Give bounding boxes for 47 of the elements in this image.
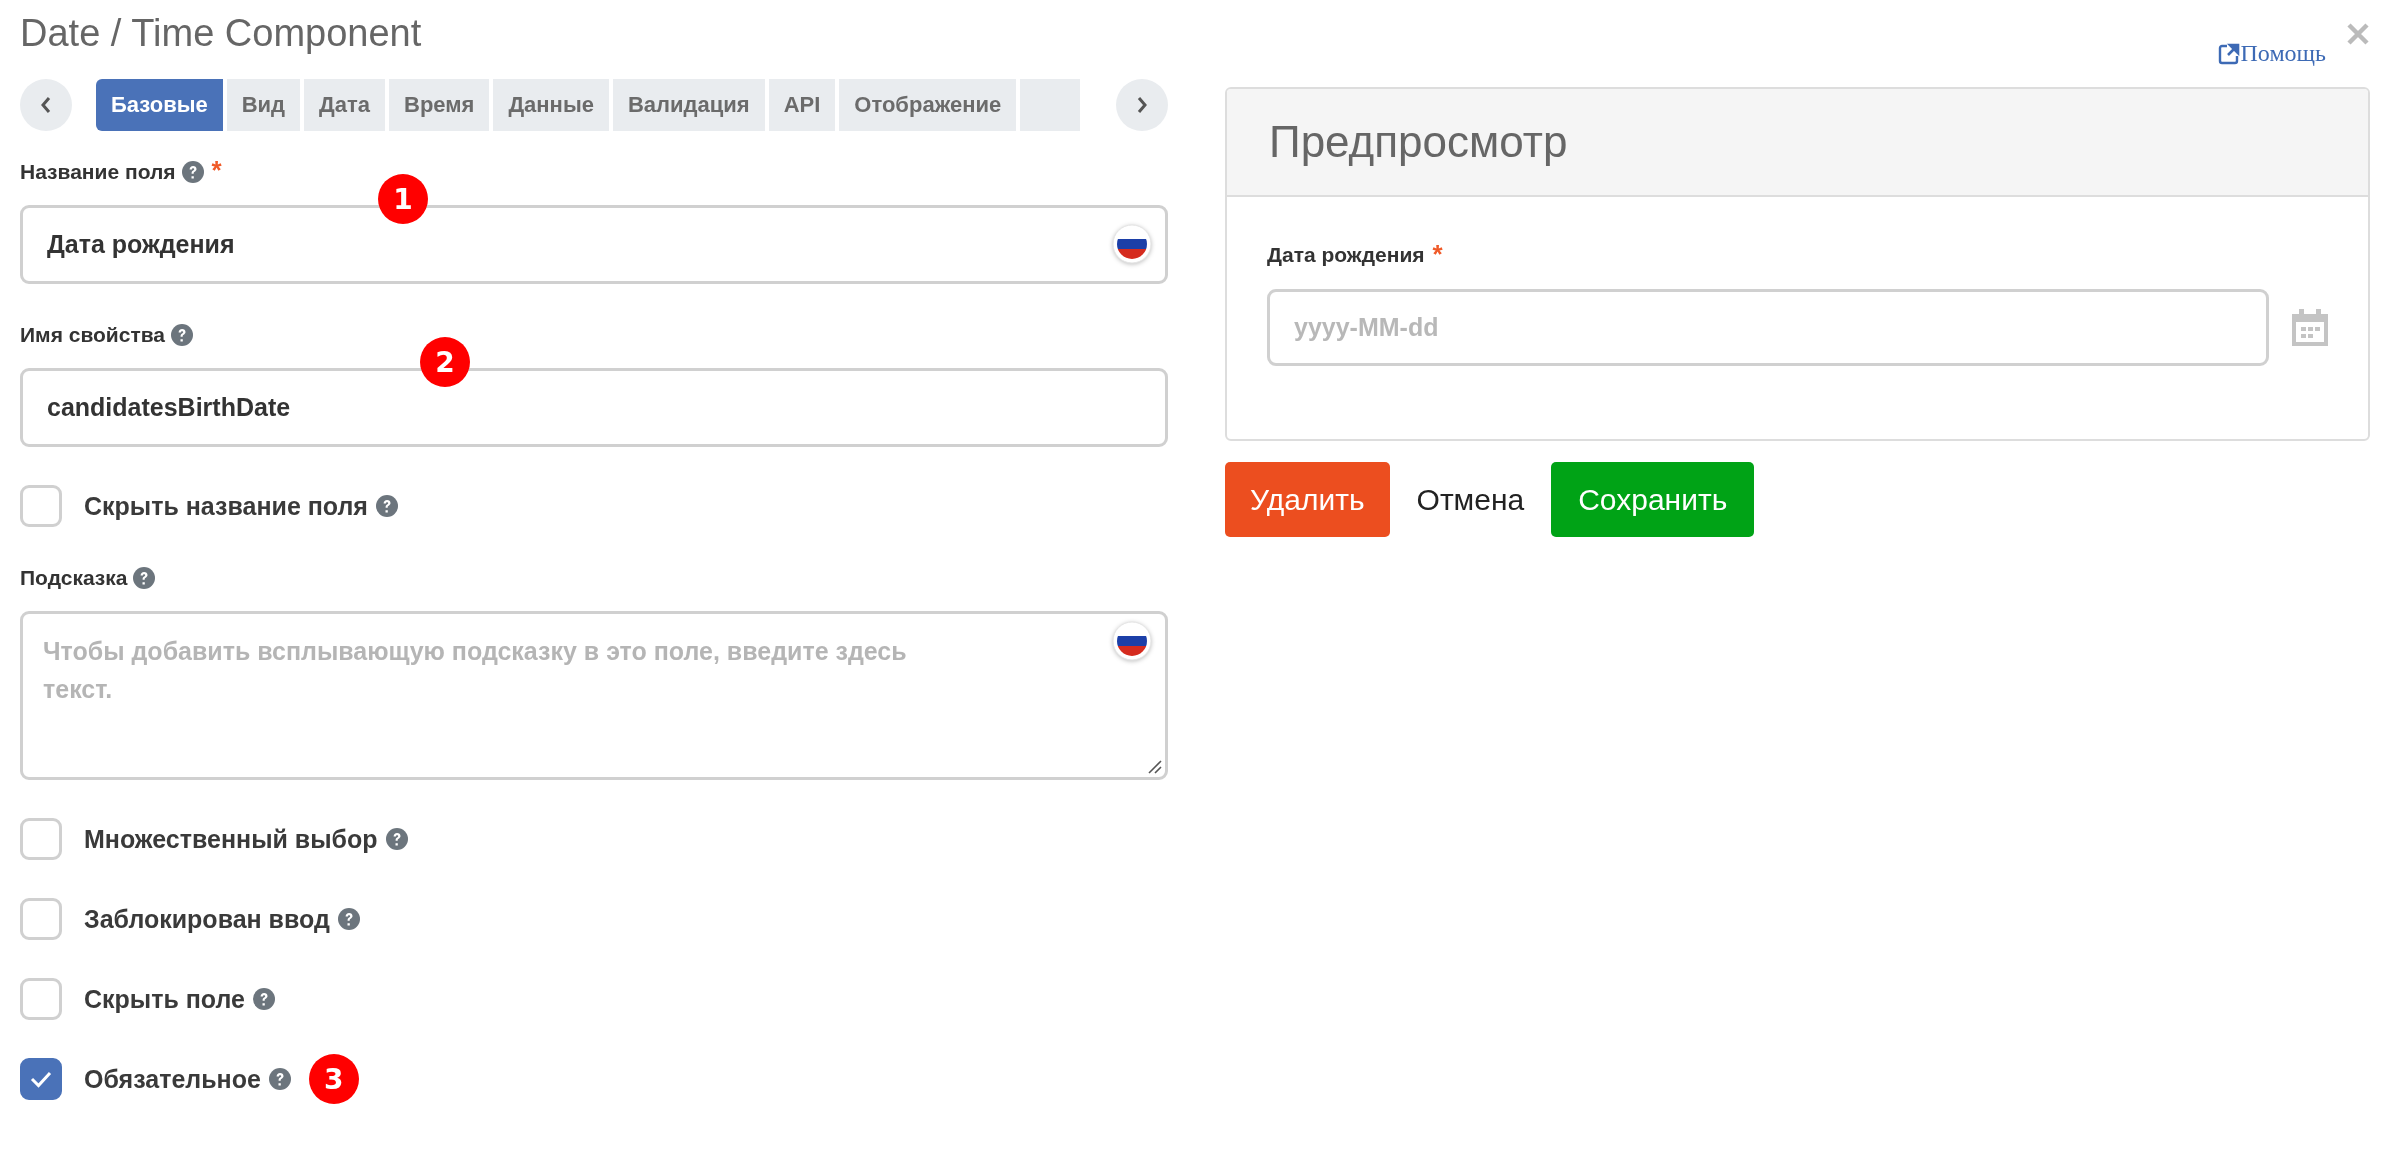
flag-icon[interactable] — [1112, 224, 1152, 264]
checkbox-label[interactable]: Заблокирован ввод — [84, 904, 330, 934]
field-label: Имя свойства — [20, 323, 166, 347]
tab[interactable]: Данные — [493, 79, 609, 131]
required-mark: * — [1432, 243, 1443, 267]
checkbox-label[interactable]: Скрыть название поля — [84, 491, 368, 521]
flag-icon[interactable] — [1112, 621, 1152, 661]
tab[interactable]: Дата — [304, 79, 385, 131]
help-icon[interactable] — [385, 828, 408, 850]
tab[interactable]: Отображение — [839, 79, 1017, 131]
tab[interactable]: Базовые — [96, 79, 223, 131]
resize-grip-icon[interactable] — [1146, 758, 1162, 774]
annotation-badge: 1 — [378, 174, 428, 224]
help-icon[interactable] — [252, 988, 275, 1010]
annotation-badge: 2 — [420, 337, 470, 387]
chevron-right-icon — [1135, 95, 1149, 115]
field-label: Название поля — [20, 160, 176, 184]
annotation-badge: 3 — [308, 1054, 359, 1104]
scroll-left-button[interactable] — [20, 79, 72, 131]
field-label: Дата рождения — [1267, 243, 1425, 267]
tab[interactable]: API — [768, 79, 836, 131]
field-label: Подсказка — [20, 566, 128, 590]
checkbox-label[interactable]: Скрыть поле — [84, 984, 245, 1014]
help-link[interactable]: Помощь — [2216, 40, 2326, 67]
scroll-right-button[interactable] — [1116, 79, 1168, 131]
cancel-button[interactable]: Отмена — [1391, 462, 1550, 537]
tab[interactable]: Время — [389, 79, 490, 131]
textarea-field[interactable]: Чтобы добавить всплывающую подсказку в это поле, введите здесь текст. — [20, 611, 1168, 780]
tab[interactable]: Валидация — [612, 79, 765, 131]
checkbox-label[interactable]: Обязательное — [84, 1064, 261, 1094]
checkbox[interactable] — [20, 1058, 62, 1100]
date-field[interactable]: yyyy-MM-dd — [1267, 289, 2269, 366]
external-link-icon — [2216, 41, 2241, 66]
window-title: Date / Time Component — [20, 11, 423, 56]
tab[interactable]: Вид — [226, 79, 301, 131]
panel-title: Предпросмотр — [1269, 117, 1568, 167]
help-icon[interactable] — [375, 495, 398, 517]
help-icon[interactable] — [171, 324, 194, 346]
help-icon[interactable] — [181, 161, 204, 183]
help-icon[interactable] — [268, 1068, 291, 1090]
checkbox-label[interactable]: Множественный выбор — [84, 824, 378, 854]
chevron-left-icon — [39, 95, 53, 115]
help-icon[interactable] — [133, 567, 156, 589]
save-button[interactable]: Сохранить — [1551, 462, 1755, 537]
delete-button[interactable]: Удалить — [1225, 462, 1390, 537]
help-icon[interactable] — [337, 908, 360, 930]
required-mark: * — [211, 159, 222, 181]
